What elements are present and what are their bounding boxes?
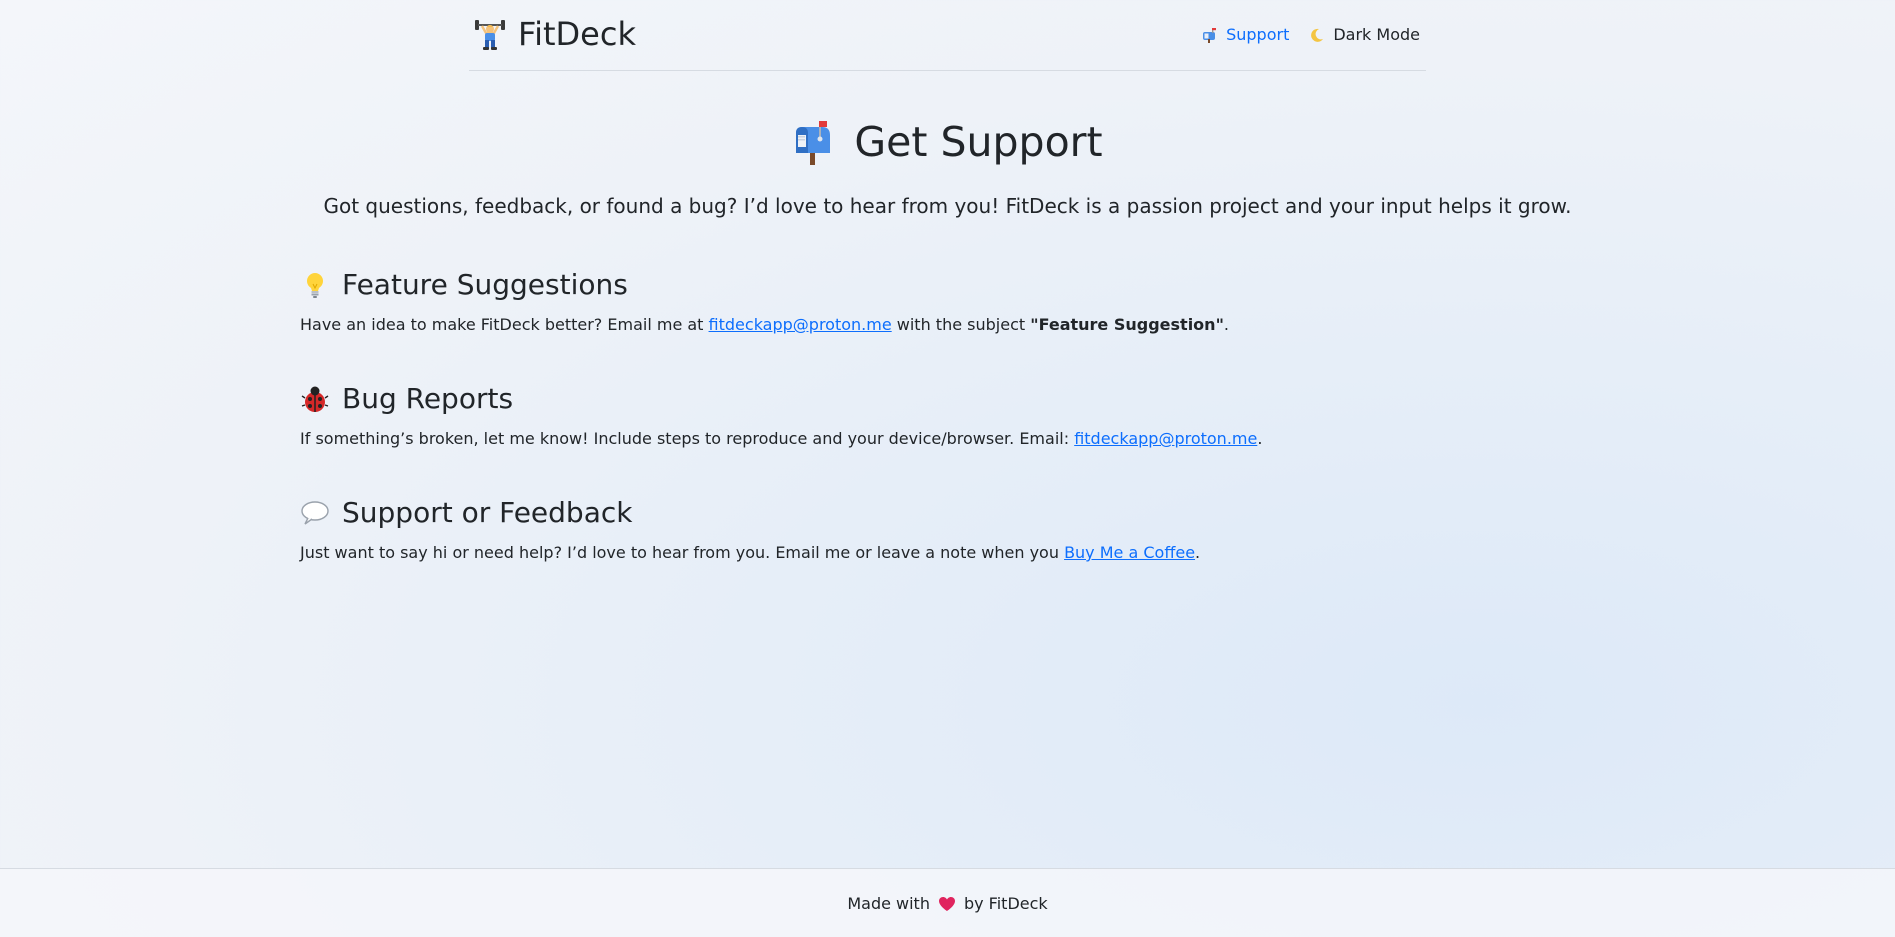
text-fragment: If something’s broken, let me know! Incl… [300, 429, 1075, 448]
brand-name: FitDeck [518, 15, 636, 53]
dark-mode-label: Dark Mode [1333, 25, 1420, 44]
text-fragment: . [1223, 315, 1229, 334]
section-title: Feature Suggestions [342, 268, 628, 301]
weightlifter-icon [474, 17, 506, 51]
lightbulb-icon [300, 270, 330, 300]
brand[interactable]: FitDeck [474, 14, 636, 54]
heart-icon [938, 896, 956, 912]
mailbox-icon [1202, 27, 1218, 43]
page-lead: Got questions, feedback, or found a bug?… [323, 194, 1572, 218]
mailbox-icon [792, 119, 834, 165]
buy-me-a-coffee-link[interactable]: Buy Me a Coffee [1064, 543, 1195, 562]
email-link[interactable]: fitdeckapp@proton.me [709, 315, 892, 334]
section-bug-reports: Bug Reports If something’s broken, let m… [300, 379, 1600, 451]
page-title: Get Support [0, 113, 1895, 171]
site-header: FitDeck Support Dark Mode [469, 0, 1426, 71]
footer-text-before: Made with [847, 894, 930, 913]
site-footer: Made with by FitDeck [0, 868, 1895, 937]
section-title: Bug Reports [342, 382, 514, 415]
crescent-moon-icon [1309, 27, 1325, 43]
section-heading: Support or Feedback [300, 493, 1600, 533]
section-text: Have an idea to make FitDeck better? Ema… [300, 313, 1600, 337]
section-heading: Feature Suggestions [300, 265, 1600, 305]
top-nav: Support Dark Mode [1202, 24, 1420, 46]
speech-bubble-icon [300, 498, 330, 528]
text-fragment: Have an idea to make FitDeck better? Ema… [300, 315, 709, 334]
section-support-feedback: Support or Feedback Just want to say hi … [300, 493, 1600, 565]
text-fragment: . [1257, 429, 1263, 448]
section-title: Support or Feedback [342, 496, 633, 529]
nav-support-link[interactable]: Support [1202, 24, 1289, 46]
subject-emphasis: "Feature Suggestion" [1030, 315, 1224, 334]
text-fragment: . [1195, 543, 1201, 562]
nav-support-label: Support [1226, 25, 1290, 44]
footer-text-after: by FitDeck [963, 894, 1048, 913]
section-feature-suggestions: Feature Suggestions Have an idea to make… [300, 265, 1600, 337]
text-fragment: Just want to say hi or need help? I’d lo… [300, 543, 1065, 562]
section-text: Just want to say hi or need help? I’d lo… [300, 541, 1600, 565]
text-fragment: with the subject [891, 315, 1031, 334]
section-heading: Bug Reports [300, 379, 1600, 419]
section-text: If something’s broken, let me know! Incl… [300, 427, 1600, 451]
dark-mode-toggle[interactable]: Dark Mode [1309, 24, 1420, 46]
email-link[interactable]: fitdeckapp@proton.me [1074, 429, 1257, 448]
page-title-text: Get Support [854, 118, 1103, 166]
ladybug-icon [300, 384, 330, 414]
